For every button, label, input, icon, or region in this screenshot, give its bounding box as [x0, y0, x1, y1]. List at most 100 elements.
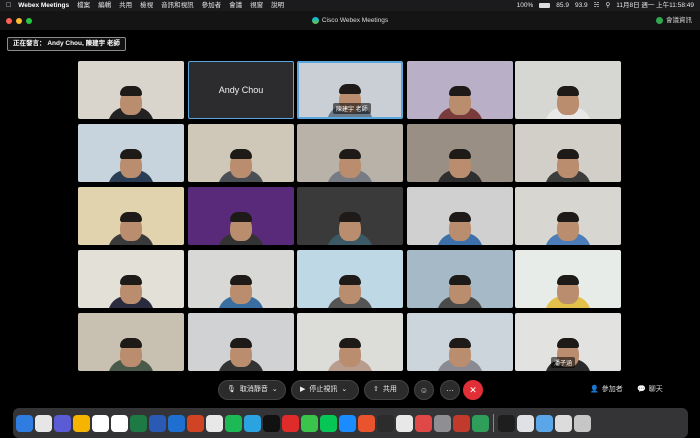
- dock: [13, 408, 688, 438]
- participants-icon: 👤: [590, 386, 599, 393]
- participant-video-tile[interactable]: [407, 250, 513, 308]
- reactions-button[interactable]: ☺: [414, 380, 434, 400]
- participants-button[interactable]: 👤 參加者: [590, 380, 623, 400]
- leave-meeting-button[interactable]: ✕: [463, 380, 483, 400]
- participant-hair: [557, 338, 579, 348]
- line-icon[interactable]: [320, 414, 337, 432]
- participant-video-tile[interactable]: [78, 61, 184, 119]
- participant-hair: [557, 149, 579, 159]
- notes-icon[interactable]: [111, 414, 128, 432]
- camera-icon: ▶: [300, 386, 306, 393]
- stop-video-button[interactable]: ▶ 停止視訊 ⌄: [291, 380, 359, 400]
- keyboard-icon[interactable]: [517, 414, 534, 432]
- participant-video-tile[interactable]: [297, 313, 403, 371]
- unmute-button[interactable]: 🎙 取消靜音 ⌄: [218, 380, 286, 400]
- participant-hair: [449, 275, 471, 285]
- share-button[interactable]: ⇧ 共用: [364, 380, 409, 400]
- outlook-icon[interactable]: [168, 414, 185, 432]
- participant-video-tile[interactable]: [78, 187, 184, 245]
- menu-participants[interactable]: 參加者: [202, 0, 222, 11]
- git-icon[interactable]: [358, 414, 375, 432]
- downloads-icon[interactable]: [536, 414, 553, 432]
- participant-video-tile[interactable]: [78, 250, 184, 308]
- terminal-icon[interactable]: [377, 414, 394, 432]
- cpu-usage: 85.9: [556, 2, 569, 9]
- participant-video-tile[interactable]: [78, 313, 184, 371]
- chevron-down-icon: ⌄: [271, 386, 278, 393]
- chat-button[interactable]: 💬 聊天: [637, 380, 663, 400]
- chat-icon: 💬: [637, 386, 646, 393]
- participant-video-tile[interactable]: [515, 61, 621, 119]
- screenshot-icon[interactable]: [555, 414, 572, 432]
- participant-video-tile[interactable]: [297, 250, 403, 308]
- settings-icon[interactable]: [434, 414, 451, 432]
- apple-icon[interactable]: : [6, 0, 11, 11]
- menu-meeting[interactable]: 會議: [229, 0, 242, 11]
- stop-video-label: 停止視訊: [309, 386, 338, 393]
- participant-hair: [557, 275, 579, 285]
- participant-video-tile[interactable]: [297, 124, 403, 182]
- app-menu[interactable]: Webex Meetings: [18, 0, 69, 11]
- participant-video-tile[interactable]: [407, 124, 513, 182]
- participant-video-tile[interactable]: [407, 187, 513, 245]
- participant-video-tile[interactable]: [188, 250, 294, 308]
- participant-video-tile[interactable]: [188, 124, 294, 182]
- excel-icon[interactable]: [130, 414, 147, 432]
- participant-video-tile[interactable]: [188, 313, 294, 371]
- meeting-info-label: 會議資訊: [666, 17, 692, 24]
- participant-hair: [449, 86, 471, 96]
- menu-view[interactable]: 檢視: [140, 0, 153, 11]
- participant-hair: [339, 275, 361, 285]
- menu-window[interactable]: 視窗: [250, 0, 263, 11]
- participant-video-tile[interactable]: [78, 124, 184, 182]
- menu-edit[interactable]: 編輯: [98, 0, 111, 11]
- participant-video-tile[interactable]: [515, 250, 621, 308]
- participant-hair: [230, 212, 252, 222]
- trash-icon[interactable]: [574, 414, 591, 432]
- launchpad-icon[interactable]: [54, 414, 71, 432]
- menu-share[interactable]: 共用: [119, 0, 132, 11]
- arrow-icon[interactable]: [415, 414, 432, 432]
- participant-hair: [230, 275, 252, 285]
- clock[interactable]: 11月8日 週一 上午11:58:49: [616, 0, 694, 11]
- more-options-button[interactable]: ⋯: [440, 380, 460, 400]
- webex-icon[interactable]: [498, 414, 515, 432]
- participant-video-tile[interactable]: [407, 61, 513, 119]
- fox-icon[interactable]: [396, 414, 413, 432]
- participant-hair: [449, 338, 471, 348]
- participant-video-tile[interactable]: [297, 187, 403, 245]
- participant-hair: [339, 84, 361, 94]
- netflix-icon[interactable]: [263, 414, 280, 432]
- powerpoint-icon[interactable]: [187, 414, 204, 432]
- youtube-icon[interactable]: [282, 414, 299, 432]
- media-icon[interactable]: [453, 414, 470, 432]
- word-icon[interactable]: [149, 414, 166, 432]
- participant-video-tile[interactable]: 陳建宇 老師: [297, 61, 403, 119]
- wifi-icon[interactable]: ☵: [594, 0, 600, 11]
- appstore-icon[interactable]: [339, 414, 356, 432]
- search-icon[interactable]: ⚲: [605, 0, 610, 11]
- meeting-info-button[interactable]: 會議資訊: [656, 11, 692, 30]
- leaf-icon[interactable]: [472, 414, 489, 432]
- participant-video-tile[interactable]: Andy Chou: [188, 61, 294, 119]
- menu-audio-video[interactable]: 音訊和視訊: [161, 0, 194, 11]
- participant-video-tile[interactable]: 潘子涵: [515, 313, 621, 371]
- menu-file[interactable]: 檔案: [77, 0, 90, 11]
- menu-help[interactable]: 說明: [271, 0, 284, 11]
- participant-video-tile[interactable]: [515, 124, 621, 182]
- photos-icon[interactable]: [73, 414, 90, 432]
- calendar-icon[interactable]: [92, 414, 109, 432]
- safari-icon[interactable]: [35, 414, 52, 432]
- window-title: Cisco Webex Meetings: [321, 17, 389, 24]
- telegram-icon[interactable]: [244, 414, 261, 432]
- chrome-icon[interactable]: [206, 414, 223, 432]
- finder-icon[interactable]: [16, 414, 33, 432]
- participant-video-tile[interactable]: [515, 187, 621, 245]
- spotify-icon[interactable]: [225, 414, 242, 432]
- battery-icon[interactable]: [539, 3, 551, 8]
- participant-video-tile[interactable]: [188, 187, 294, 245]
- participant-video-tile[interactable]: [407, 313, 513, 371]
- messages-icon[interactable]: [301, 414, 318, 432]
- dock-separator: [493, 414, 494, 432]
- video-grid: Andy Chou 陳建宇 老師潘子涵: [78, 61, 621, 373]
